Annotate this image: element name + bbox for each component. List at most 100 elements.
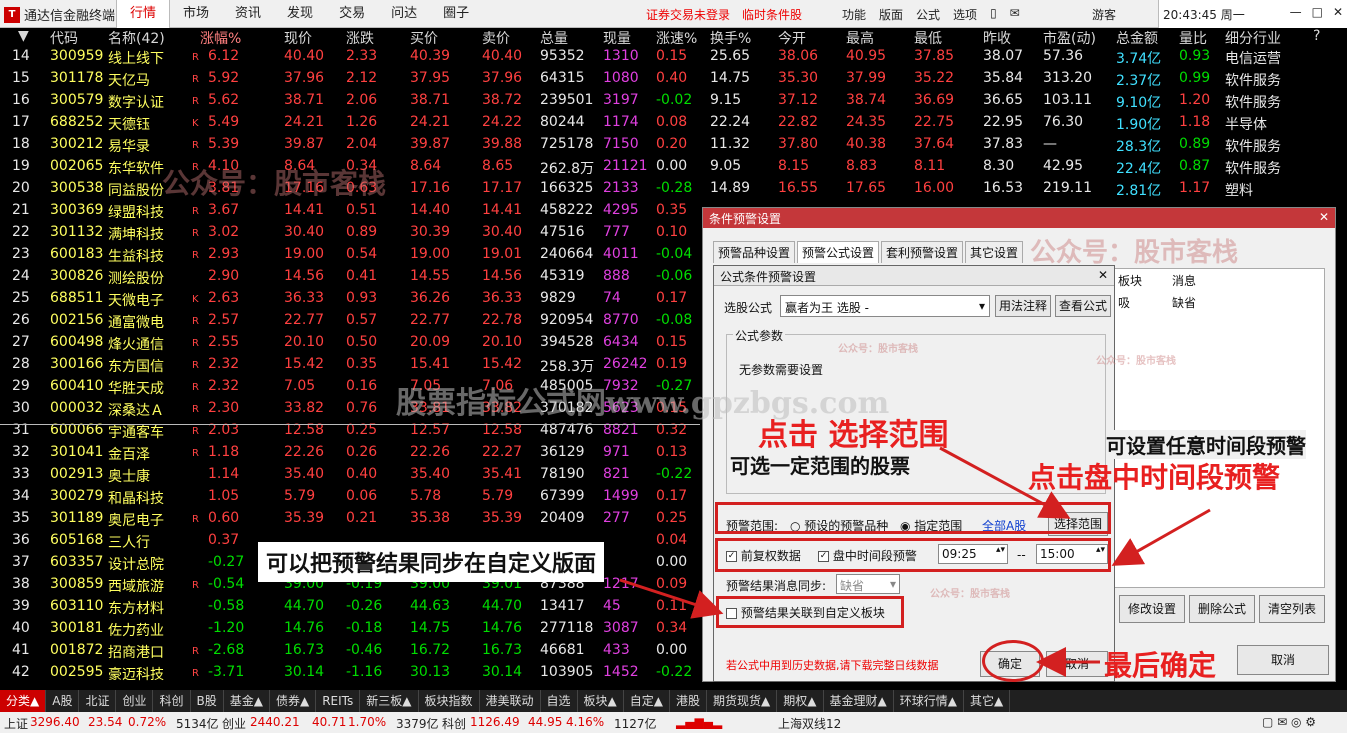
- table-row[interactable]: 16 300579 数字认证 R 5.62 38.71 2.06 38.71 38.72 2395…: [0, 90, 1347, 112]
- cell-14: 24.35: [846, 114, 887, 130]
- user-label[interactable]: 游客: [1092, 6, 1116, 23]
- help-icon[interactable]: ?: [1313, 28, 1320, 44]
- col-header-9[interactable]: 涨速%: [656, 28, 697, 48]
- formula-select[interactable]: 赢者为王 选股 - ▾: [780, 295, 990, 317]
- nav-zixun[interactable]: 资讯: [222, 0, 274, 28]
- cell-7: 19.00: [410, 246, 451, 262]
- block-tab-10[interactable]: 板块指数: [419, 690, 480, 712]
- modify-settings-button[interactable]: 修改设置: [1119, 595, 1185, 623]
- menu-xuanxiang[interactable]: 选项: [953, 6, 977, 23]
- col-header-8[interactable]: 现量: [603, 28, 631, 48]
- minimize-icon[interactable]: —: [1290, 5, 1302, 19]
- block-tab-18[interactable]: 基金理财▲: [824, 690, 894, 712]
- nav-quanzi[interactable]: 圈子: [430, 0, 482, 28]
- col-header-18[interactable]: 细分行业: [1225, 28, 1281, 48]
- table-row[interactable]: 18 300212 易华录 R 5.39 39.87 2.04 39.87 39.88 72517…: [0, 134, 1347, 156]
- cell-19: 0.89: [1179, 136, 1211, 152]
- mail-icon[interactable]: ✉: [1010, 6, 1020, 23]
- cell-8: 19.01: [482, 246, 523, 262]
- col-header-6[interactable]: 卖价: [482, 28, 510, 48]
- cell-15: 35.22: [914, 70, 955, 86]
- maximize-icon[interactable]: □: [1312, 5, 1323, 19]
- col-header-15[interactable]: 市盈(动): [1043, 28, 1096, 48]
- col-header-7[interactable]: 总量: [540, 28, 568, 48]
- block-tab-8[interactable]: REITs: [316, 690, 361, 712]
- block-tab-5[interactable]: B股: [191, 690, 224, 712]
- cell-14: 17.65: [846, 180, 887, 196]
- tab-qita[interactable]: 其它设置: [965, 241, 1024, 263]
- delete-formula-button[interactable]: 删除公式: [1189, 595, 1255, 623]
- col-header-4[interactable]: 涨跌: [346, 28, 374, 48]
- outer-cancel-button[interactable]: 取消: [1237, 645, 1329, 675]
- block-tab-14[interactable]: 自定▲: [624, 690, 671, 712]
- col-header-12[interactable]: 最高: [846, 28, 874, 48]
- login-warning[interactable]: 证券交易未登录 临时条件股: [646, 6, 802, 23]
- block-tab-1[interactable]: A股: [46, 690, 80, 712]
- col-header-13[interactable]: 最低: [914, 28, 942, 48]
- sync-select[interactable]: 缺省 ▾: [836, 574, 900, 594]
- table-row[interactable]: 17 688252 天德钰 K 5.49 24.21 1.26 24.21 24.22 80244…: [0, 112, 1347, 134]
- cell-1: 300538: [50, 180, 104, 196]
- block-tab-0[interactable]: 分类▲: [0, 690, 47, 712]
- cell-10: 1499: [603, 488, 639, 504]
- kc-change: 44.95: [528, 715, 563, 729]
- tab-taoli[interactable]: 套利预警设置: [881, 241, 964, 263]
- alert-dialog-close-icon[interactable]: ✕: [1319, 210, 1329, 224]
- table-row[interactable]: 15 301178 天亿马 R 5.92 37.96 2.12 37.95 37.96 64315…: [0, 68, 1347, 90]
- nav-shichang[interactable]: 市场: [170, 0, 222, 28]
- cell-10: 433: [603, 642, 630, 658]
- menu-banmian[interactable]: 版面: [879, 6, 903, 23]
- col-header-1[interactable]: 名称(42): [108, 28, 165, 48]
- cell-12: 9.15: [710, 92, 742, 108]
- block-tab-2[interactable]: 北证: [79, 690, 117, 712]
- inner-cancel-button[interactable]: 取消: [1046, 651, 1108, 677]
- col-header-14[interactable]: 昨收: [983, 28, 1011, 48]
- cell-20: 塑料: [1225, 183, 1253, 199]
- col-header-5[interactable]: 买价: [410, 28, 438, 48]
- nav-wenda[interactable]: 问达: [378, 0, 430, 28]
- sort-arrow-icon[interactable]: ▼: [18, 28, 29, 44]
- menu-gongshi[interactable]: 公式: [916, 6, 940, 23]
- formula-dialog-close-icon[interactable]: ✕: [1098, 268, 1108, 282]
- col-header-0[interactable]: 代码: [50, 28, 78, 48]
- block-tab-7[interactable]: 债券▲: [270, 690, 317, 712]
- list-header-bankuai: 板块: [1118, 274, 1143, 288]
- block-tab-12[interactable]: 自选: [541, 690, 578, 712]
- status-tool-icons[interactable]: ▢ ✉ ◎ ⚙: [1262, 715, 1316, 729]
- block-tab-16[interactable]: 期货现货▲: [707, 690, 778, 712]
- block-tab-11[interactable]: 港美联动: [480, 690, 541, 712]
- view-formula-button[interactable]: 查看公式: [1055, 295, 1111, 317]
- alert-list[interactable]: 板块 消息 吸 缺省: [1107, 268, 1325, 588]
- tab-pinzhong[interactable]: 预警品种设置: [713, 241, 796, 263]
- cell-2: 金百泽: [108, 447, 150, 463]
- block-tab-20[interactable]: 其它▲: [964, 690, 1011, 712]
- block-tab-13[interactable]: 板块▲: [578, 690, 624, 712]
- block-tab-4[interactable]: 科创: [153, 690, 191, 712]
- block-tab-19[interactable]: 环球行情▲: [894, 690, 964, 712]
- col-header-10[interactable]: 换手%: [710, 28, 751, 48]
- block-tab-3[interactable]: 创业: [116, 690, 154, 712]
- table-row[interactable]: 14 300959 线上线下 R 6.12 40.40 2.33 40.39 40.40 9535…: [0, 46, 1347, 68]
- cell-11: 0.00: [656, 642, 688, 658]
- cell-6: -1.16: [346, 664, 383, 680]
- cell-0: 40: [12, 620, 30, 636]
- cell-3: R: [192, 668, 199, 679]
- usage-note-button[interactable]: 用法注释: [995, 295, 1051, 317]
- close-icon[interactable]: ✕: [1333, 5, 1343, 19]
- col-header-17[interactable]: 量比: [1179, 28, 1207, 48]
- block-tab-15[interactable]: 港股: [670, 690, 708, 712]
- col-header-16[interactable]: 总金额: [1116, 28, 1158, 48]
- col-header-2[interactable]: 涨幅%: [200, 28, 241, 48]
- col-header-11[interactable]: 今开: [778, 28, 806, 48]
- block-tab-6[interactable]: 基金▲: [224, 690, 270, 712]
- nav-hangqing[interactable]: 行情: [116, 0, 171, 28]
- menu-gongneng[interactable]: 功能: [842, 6, 866, 23]
- nav-faxian[interactable]: 发现: [274, 0, 326, 28]
- block-tab-17[interactable]: 期权▲: [777, 690, 824, 712]
- clear-list-button[interactable]: 清空列表: [1259, 595, 1325, 623]
- block-tab-9[interactable]: 新三板▲: [360, 690, 419, 712]
- col-header-3[interactable]: 现价: [284, 28, 312, 48]
- phone-icon[interactable]: ▯: [990, 6, 997, 23]
- tab-gongshi[interactable]: 预警公式设置: [797, 241, 880, 263]
- nav-jiaoyi[interactable]: 交易: [326, 0, 378, 28]
